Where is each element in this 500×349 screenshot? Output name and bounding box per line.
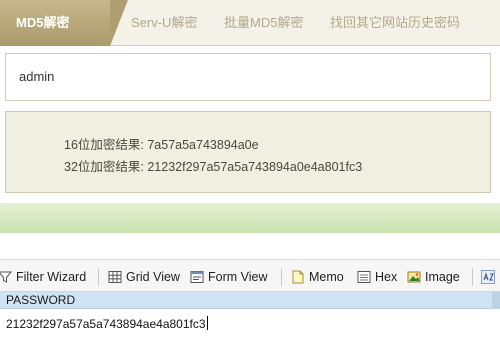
toolbar-separator — [472, 268, 473, 286]
grid-icon — [108, 270, 122, 284]
image-icon — [407, 270, 421, 284]
table-row[interactable]: 21232f297a57a5a743894ae4a801fc3 — [0, 309, 500, 339]
password-cell-value: 21232f297a57a5a743894ae4a801fc3 — [6, 317, 206, 331]
tab-md5-decrypt[interactable]: MD5解密 — [0, 0, 128, 46]
filter-wizard-button[interactable]: Filter Wizard — [0, 260, 86, 293]
form-view-button[interactable]: Form View — [190, 260, 268, 293]
hex-icon — [357, 270, 371, 284]
tab-batch-md5-decrypt[interactable]: 批量MD5解密 — [224, 0, 303, 46]
hex-button[interactable]: Hex — [357, 260, 397, 293]
form-icon — [190, 270, 204, 284]
md5-input-value: admin — [19, 69, 55, 84]
memo-button[interactable]: Memo — [291, 260, 344, 293]
grid-view-button[interactable]: Grid View — [108, 260, 180, 293]
image-button[interactable]: Image — [407, 260, 460, 293]
text-caret — [206, 316, 208, 330]
toolbar-separator — [281, 268, 282, 286]
tab-recover-password[interactable]: 找回其它网站历史密码 — [330, 0, 460, 46]
scrollbar[interactable] — [492, 292, 500, 309]
result-32bit: 32位加密结果: 21232f297a57a5a743894a0e4a801fc… — [64, 160, 363, 174]
memo-label: Memo — [309, 269, 344, 284]
form-view-label: Form View — [208, 269, 268, 284]
hex-label: Hex — [375, 269, 398, 284]
filter-wizard-label: Filter Wizard — [16, 269, 87, 284]
sort-button[interactable] — [481, 260, 499, 293]
result-16bit: 16位加密结果: 7a57a5a743894a0e — [64, 138, 259, 152]
password-cell[interactable]: 21232f297a57a5a743894ae4a801fc3 — [6, 316, 208, 331]
app-title-area — [0, 233, 500, 259]
page-footer-band — [0, 203, 500, 233]
md5-input-field[interactable]: admin — [5, 53, 491, 101]
column-password-label: PASSWORD — [6, 293, 76, 307]
filter-icon — [0, 270, 13, 284]
grid-view-label: Grid View — [126, 269, 180, 284]
sort-az-icon — [481, 269, 495, 284]
view-toolbar: Filter Wizard Grid View Form View Memo H… — [0, 259, 500, 292]
tab-servu-decrypt[interactable]: Serv-U解密 — [131, 0, 197, 46]
grid-column-header[interactable]: PASSWORD — [0, 292, 500, 309]
image-label: Image — [425, 269, 460, 284]
memo-icon — [291, 270, 305, 284]
toolbar-separator — [98, 268, 99, 286]
result-panel: 16位加密结果: 7a57a5a743894a0e 32位加密结果: 21232… — [5, 111, 491, 193]
tab-bar: MD5解密 Serv-U解密 批量MD5解密 找回其它网站历史密码 — [0, 0, 500, 46]
divider — [0, 193, 500, 203]
